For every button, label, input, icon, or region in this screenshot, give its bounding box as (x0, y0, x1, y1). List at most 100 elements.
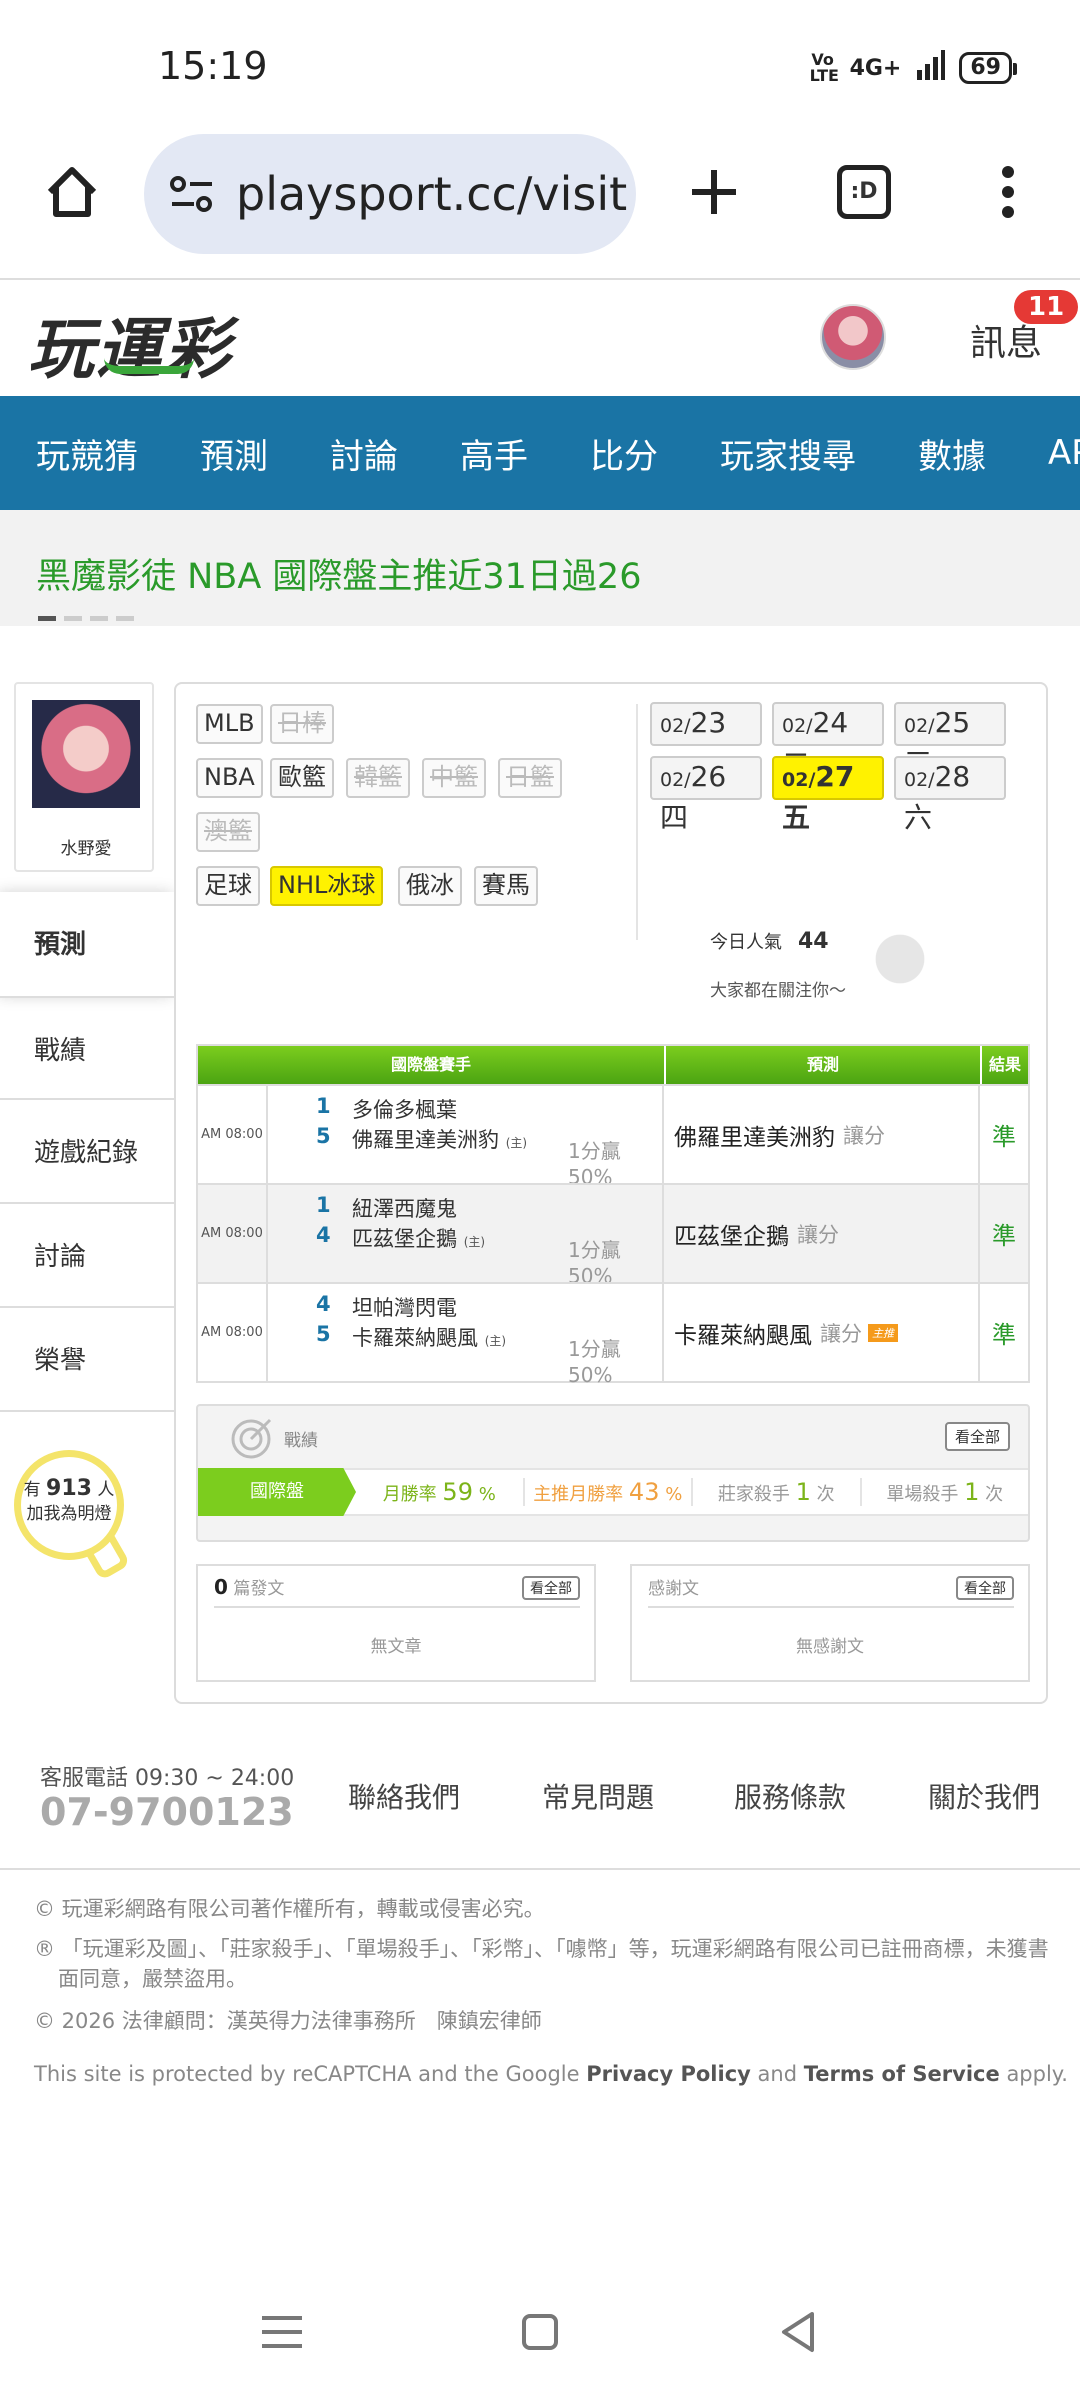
home-team: 佛羅里達美洲豹 (主) (352, 1128, 528, 1152)
nav-item-app[interactable]: APP (1048, 433, 1080, 473)
avatar[interactable] (820, 304, 886, 370)
follow-lightbulb[interactable]: 有 913 人 加我為明燈 (14, 1450, 124, 1560)
footer-link-contact[interactable]: 聯絡我們 (348, 1776, 460, 1816)
rotation-number: 5 (316, 1124, 331, 1148)
game-cell[interactable]: 4 坦帕灣閃電 5 卡羅萊納颶風 (主) 1分贏 50% (268, 1284, 664, 1387)
tab-predictions[interactable]: 預測 (0, 892, 174, 996)
sport-mlb[interactable]: MLB (196, 704, 263, 744)
table-row: AM 08:00 4 坦帕灣閃電 5 卡羅萊納颶風 (主) 1分贏 50% 卡羅萊… (198, 1282, 1028, 1387)
mascot-watermark (856, 914, 966, 1004)
record-tag[interactable]: 國際盤 (198, 1468, 356, 1516)
header-game: 國際盤賽手 (198, 1046, 666, 1084)
rotation-number: 4 (316, 1223, 331, 1247)
sport-jp-baseball: 日棒 (270, 704, 334, 744)
message-count-badge: 11 (1014, 290, 1079, 324)
nav-item-player-search[interactable]: 玩家搜尋 (720, 429, 856, 478)
privacy-link[interactable]: Privacy Policy (586, 2062, 751, 2086)
profile-avatar (32, 700, 140, 808)
date-button[interactable]: 02/24 二 (772, 702, 884, 780)
status-bar: 15:19 Vo LTE 4G+ 69 (0, 0, 1080, 120)
game-cell[interactable]: 1 紐澤西魔鬼 4 匹茲堡企鵝 (主) 1分贏 50% (268, 1185, 664, 1288)
back-icon[interactable] (768, 2302, 828, 2362)
date-button[interactable]: 02/23 一 (650, 702, 762, 780)
home-icon[interactable] (36, 156, 108, 228)
site-settings-icon[interactable] (170, 174, 214, 214)
url-bar[interactable]: playsport.cc/visit (144, 134, 636, 254)
system-icons: Vo LTE 4G+ 69 (810, 50, 1017, 86)
target-icon (228, 1416, 274, 1466)
date-button-selected[interactable]: 02/27 五 (772, 756, 884, 834)
recents-icon[interactable] (252, 2302, 312, 2362)
browser-toolbar: playsport.cc/visit :D (0, 120, 1080, 280)
nav-item-scores[interactable]: 比分 (590, 429, 658, 478)
sport-nba[interactable]: NBA (196, 758, 263, 798)
trademark-text: ® 「玩運彩及圖」、「莊家殺手」、「單場殺手」、「彩幣」、「噱幣」等，玩運彩網路… (34, 1937, 1049, 1991)
footer-divider (0, 1868, 1080, 1870)
banner-text: 黑魔影徒 NBA 國際盤主推近31日過26 (36, 557, 642, 597)
nav-item-forum[interactable]: 討論 (330, 429, 398, 478)
carousel-dot[interactable] (64, 616, 82, 621)
nav-item-experts[interactable]: 高手 (460, 429, 528, 478)
sport-kr-basketball: 韓籃 (346, 758, 410, 798)
sport-jp-basketball: 日籃 (498, 758, 562, 798)
hotline-label: 客服電話 09:30 ~ 24:00 (40, 1766, 295, 1791)
monthly-win-rate: 月勝率 59 % (356, 1478, 525, 1506)
record-stats: 國際盤 月勝率 59 % 主推月勝率 43 % 莊家殺手 1 次 單場殺手 1 … (198, 1468, 1028, 1516)
clock: 15:19 (158, 44, 268, 88)
site-header: 玩運彩 訊息 11 (0, 282, 1080, 396)
profile-name: 水野愛 (60, 839, 112, 859)
nav-item-predict[interactable]: 預測 (200, 429, 268, 478)
home-team: 匹茲堡企鵝 (主) (352, 1227, 486, 1251)
footer-link-about[interactable]: 關於我們 (928, 1776, 1040, 1816)
game-cell[interactable]: 1 多倫多楓葉 5 佛羅里達美洲豹 (主) 1分贏 50% (268, 1086, 664, 1189)
site-logo[interactable]: 玩運彩 (28, 296, 232, 392)
sport-cn-basketball: 中籃 (422, 758, 486, 798)
date-button[interactable]: 02/25 三 (894, 702, 1006, 780)
footer-link-terms[interactable]: 服務條款 (734, 1776, 846, 1816)
tab-record[interactable]: 戰績 (0, 996, 174, 1100)
nav-item-data[interactable]: 數據 (918, 429, 986, 478)
record-view-all-button[interactable]: 看全部 (944, 1422, 1010, 1451)
thanks-view-all-button[interactable]: 看全部 (956, 1576, 1014, 1600)
fan-count: 913 (46, 1476, 92, 1501)
terms-link[interactable]: Terms of Service (804, 2062, 1000, 2086)
game-time: AM 08:00 (198, 1284, 268, 1381)
date-button[interactable]: 02/28 六 (894, 756, 1006, 834)
carousel-dot[interactable] (90, 616, 108, 621)
posts-view-all-button[interactable]: 看全部 (522, 1576, 580, 1600)
sport-horse-racing[interactable]: 賽馬 (474, 866, 538, 906)
hotline-number[interactable]: 07-9700123 (40, 1790, 294, 1834)
home-nav-icon[interactable] (510, 2302, 570, 2362)
result-cell: 準 (992, 1222, 1016, 1250)
more-menu-icon[interactable] (972, 156, 1044, 228)
tab-game-history[interactable]: 遊戲紀錄 (0, 1100, 174, 1204)
rotation-number: 4 (316, 1292, 331, 1316)
profile-card[interactable]: 水野愛 (14, 682, 154, 872)
divider (636, 704, 638, 940)
legal-counsel-text: © 2026 法律顧問：漢英得力法律事務所 陳鎮宏律師 (34, 2009, 542, 2033)
home-team: 卡羅萊納颶風 (主) (352, 1326, 507, 1350)
sport-euro-basketball[interactable]: 歐籃 (270, 758, 334, 798)
sport-ru-hockey[interactable]: 俄冰 (398, 866, 462, 906)
posts-header: 0 篇發文 看全部 (214, 1574, 580, 1608)
table-row: AM 08:00 1 紐澤西魔鬼 4 匹茲堡企鵝 (主) 1分贏 50% 匹茲堡企… (198, 1183, 1028, 1288)
sport-soccer[interactable]: 足球 (196, 866, 260, 906)
header-result: 結果 (988, 1055, 1021, 1074)
carousel-dot[interactable] (38, 616, 56, 621)
record-box: 戰績 看全部 國際盤 月勝率 59 % 主推月勝率 43 % 莊家殺手 1 次 … (196, 1404, 1030, 1542)
footer-link-faq[interactable]: 常見問題 (542, 1776, 654, 1816)
pick-cell: 卡羅萊納颶風 讓分 主推 (664, 1284, 980, 1381)
sport-nhl[interactable]: NHL冰球 (270, 866, 384, 906)
new-tab-icon[interactable] (678, 156, 750, 228)
promo-banner[interactable]: 黑魔影徒 NBA 國際盤主推近31日過26 (0, 510, 1080, 626)
carousel-dot[interactable] (116, 616, 134, 621)
date-button[interactable]: 02/26 四 (650, 756, 762, 834)
single-killer: 單場殺手 1 次 (886, 1478, 1004, 1506)
tab-honors[interactable]: 榮譽 (0, 1308, 174, 1412)
thanks-empty: 無感謝文 (796, 1637, 864, 1657)
tab-switcher-icon[interactable]: :D (828, 156, 900, 228)
nav-item-guess[interactable]: 玩競猜 (36, 429, 138, 478)
away-team: 坦帕灣閃電 (352, 1296, 457, 1320)
tab-discussion[interactable]: 討論 (0, 1204, 174, 1308)
main-pick-win-rate: 主推月勝率 43 % (525, 1478, 693, 1506)
